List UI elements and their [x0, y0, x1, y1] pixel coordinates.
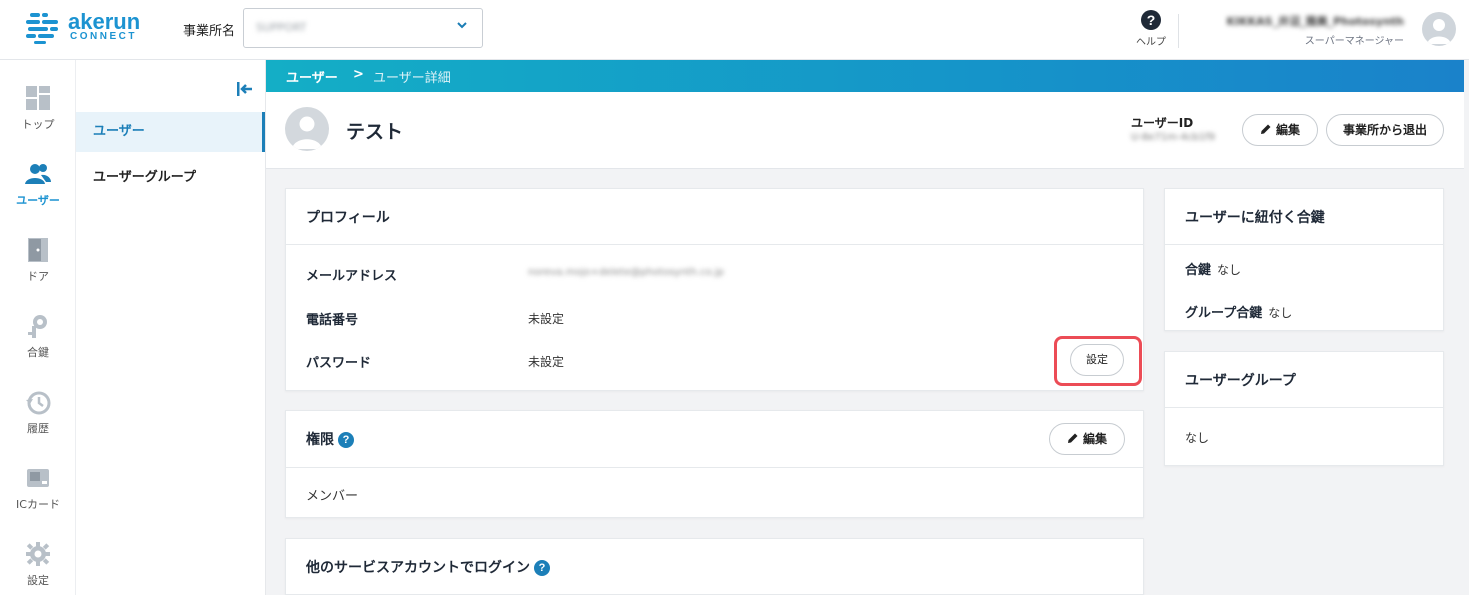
- dashboard-icon: [24, 84, 52, 112]
- office-label: 事業所名: [183, 24, 236, 39]
- gear-icon: [24, 540, 52, 568]
- breadcrumb: ユーザー > ユーザー詳細: [266, 60, 1464, 92]
- top-header: akerun CONNECT 事業所名 SUPPORT ? ヘルプ KIKKAS…: [0, 0, 1469, 60]
- phone-label: 電話番号: [306, 313, 359, 328]
- key-value: なし: [1217, 263, 1242, 277]
- nav-users[interactable]: ユーザー: [0, 160, 76, 226]
- key-row: 合鍵 なし: [1185, 259, 1241, 278]
- user-sub-nav: ユーザー ユーザーグループ: [76, 60, 266, 595]
- user-id-label: ユーザーID: [1131, 116, 1194, 130]
- nav-ic-card[interactable]: ICカード: [0, 464, 76, 530]
- breadcrumb-users-link[interactable]: ユーザー: [286, 67, 338, 86]
- nav-doors-label: ドア: [27, 270, 49, 283]
- history-icon: [24, 388, 52, 416]
- pencil-icon: [1260, 116, 1272, 134]
- profile-card: プロフィール メールアドレス noreva.mojo+delete@photos…: [285, 188, 1144, 391]
- group-key-value: なし: [1268, 306, 1293, 320]
- account-name[interactable]: KIKKAS_井沼_雅美_Photosynth: [1222, 13, 1404, 29]
- question-icon[interactable]: ?: [534, 560, 550, 576]
- page-title: テスト: [346, 121, 404, 143]
- page-scrollbar[interactable]: [1464, 60, 1469, 595]
- key-label: 合鍵: [1185, 263, 1212, 278]
- nav-ic-card-label: ICカード: [16, 498, 60, 511]
- permission-card: 権限? 編集 メンバー: [285, 410, 1144, 518]
- user-keys-divider: [1165, 244, 1443, 245]
- logo-subtitle: CONNECT: [70, 31, 137, 42]
- pencil-icon: [1067, 425, 1079, 443]
- nav-history-label: 履歴: [27, 422, 49, 435]
- account-role: スーパーマネージャー: [1304, 36, 1404, 47]
- breadcrumb-current: ユーザー詳細: [373, 71, 451, 86]
- edit-permission-button[interactable]: 編集: [1049, 423, 1125, 455]
- profile-title: プロフィール: [306, 210, 390, 226]
- main-nav-rail: トップ ユーザー ドア 合鍵 履歴 ICカード 設定: [0, 60, 76, 595]
- nav-keys[interactable]: 合鍵: [0, 312, 76, 378]
- office-select-value: SUPPORT: [256, 21, 307, 34]
- group-key-row: グループ合鍵 なし: [1185, 302, 1292, 321]
- group-key-label: グループ合鍵: [1185, 306, 1263, 321]
- avatar-icon: [292, 116, 322, 149]
- subnav-item-users[interactable]: ユーザー: [76, 112, 265, 152]
- other-login-title: 他のサービスアカウントでログイン: [306, 560, 530, 576]
- ic-card-icon: [24, 464, 52, 492]
- account-avatar[interactable]: [1422, 12, 1456, 46]
- password-value: 未設定: [528, 355, 565, 369]
- leave-office-button[interactable]: 事業所から退出: [1326, 114, 1444, 146]
- user-groups-card: ユーザーグループ なし: [1164, 351, 1444, 466]
- permission-value: メンバー: [306, 489, 359, 504]
- door-icon: [24, 236, 52, 264]
- nav-settings-label: 設定: [27, 574, 49, 587]
- key-icon: [24, 312, 52, 340]
- permission-title: 権限: [306, 432, 334, 448]
- question-icon[interactable]: ?: [338, 432, 354, 448]
- users-icon: [24, 160, 52, 188]
- email-value: noreva.mojo+delete@photosynth.co.jp: [528, 267, 724, 278]
- help-label: ヘルプ: [1136, 37, 1166, 48]
- nav-doors[interactable]: ドア: [0, 236, 76, 302]
- nav-users-label: ユーザー: [16, 194, 60, 207]
- user-keys-card: ユーザーに紐付く合鍵 合鍵 なし グループ合鍵 なし: [1164, 188, 1444, 331]
- nav-top-label: トップ: [21, 118, 55, 131]
- nav-history[interactable]: 履歴: [0, 388, 76, 454]
- collapse-sidebar-icon[interactable]: [236, 80, 254, 98]
- email-label: メールアドレス: [306, 269, 398, 284]
- help-icon: ?: [1141, 10, 1161, 30]
- breadcrumb-separator: >: [353, 67, 364, 82]
- edit-permission-label: 編集: [1082, 432, 1107, 446]
- help-button[interactable]: ? ヘルプ: [1134, 10, 1168, 48]
- user-avatar: [285, 107, 329, 151]
- logo-mark-icon: [26, 13, 58, 44]
- avatar-icon: [1427, 19, 1451, 44]
- office-select[interactable]: SUPPORT: [243, 8, 483, 48]
- user-keys-title: ユーザーに紐付く合鍵: [1185, 210, 1325, 226]
- nav-settings[interactable]: 設定: [0, 540, 76, 595]
- phone-value: 未設定: [528, 312, 565, 326]
- set-password-button[interactable]: 設定: [1070, 344, 1124, 376]
- user-groups-title: ユーザーグループ: [1185, 373, 1296, 389]
- other-login-heading: 他のサービスアカウントでログイン?: [306, 557, 550, 577]
- user-id-value: U-8e71m-4cb1f9: [1131, 132, 1215, 143]
- header-divider: [1178, 14, 1179, 48]
- akerun-logo[interactable]: akerun CONNECT: [24, 9, 144, 45]
- profile-divider: [286, 244, 1143, 245]
- user-groups-divider: [1165, 407, 1443, 408]
- other-login-card: 他のサービスアカウントでログイン?: [285, 538, 1144, 595]
- permission-divider: [286, 467, 1143, 468]
- chevron-down-icon: [456, 19, 468, 35]
- password-label: パスワード: [306, 356, 372, 371]
- edit-user-button[interactable]: 編集: [1242, 114, 1318, 146]
- edit-user-label: 編集: [1275, 123, 1300, 137]
- nav-keys-label: 合鍵: [27, 346, 49, 359]
- user-detail-header: テスト ユーザーID U-8e71m-4cb1f9 編集 事業所から退出: [266, 92, 1464, 169]
- subnav-item-user-groups[interactable]: ユーザーグループ: [76, 158, 265, 198]
- user-groups-value: なし: [1185, 431, 1210, 445]
- permission-heading: 権限?: [306, 429, 354, 449]
- nav-top[interactable]: トップ: [0, 84, 76, 150]
